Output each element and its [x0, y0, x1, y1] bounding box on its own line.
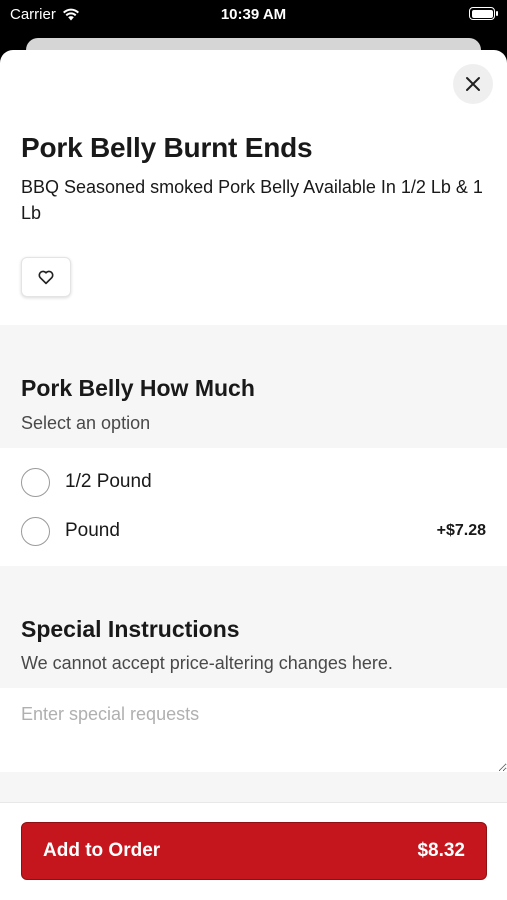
special-requests-input[interactable] [0, 688, 507, 772]
option-group-header: Pork Belly How Much Select an option [0, 325, 507, 448]
add-to-order-label: Add to Order [43, 840, 161, 861]
option-group-title: Pork Belly How Much [21, 375, 255, 401]
option-row[interactable]: 1/2 Pound [0, 459, 507, 507]
clock: 10:39 AM [220, 6, 287, 23]
item-title: Pork Belly Burnt Ends [21, 132, 313, 163]
radio-button[interactable] [21, 468, 50, 497]
heart-icon [38, 270, 54, 285]
close-button[interactable] [453, 64, 493, 104]
order-total: $8.32 [417, 840, 465, 861]
close-icon [466, 77, 480, 91]
radio-button[interactable] [21, 517, 50, 546]
favorite-button[interactable] [21, 257, 71, 297]
item-description: BBQ Seasoned smoked Pork Belly Available… [21, 177, 483, 223]
special-instructions-header: Special Instructions We cannot accept pr… [0, 566, 507, 688]
option-label: 1/2 Pound [65, 471, 152, 492]
add-to-order-button[interactable]: Add to Order $8.32 [21, 822, 487, 880]
option-row[interactable]: Pound +$7.28 [0, 508, 507, 556]
footer-divider [0, 802, 507, 803]
special-instructions-title: Special Instructions [21, 616, 240, 642]
option-label: Pound [65, 520, 120, 541]
section-spacer [0, 772, 507, 802]
status-bar: Carrier 10:39 AM [0, 0, 507, 30]
option-group-subtitle: Select an option [21, 413, 151, 433]
item-detail-sheet: Pork Belly Burnt Ends BBQ Seasoned smoke… [0, 50, 507, 900]
option-price: +$7.28 [436, 522, 486, 539]
special-instructions-subtitle: We cannot accept price-altering changes … [21, 653, 393, 673]
battery-icon [469, 7, 498, 20]
